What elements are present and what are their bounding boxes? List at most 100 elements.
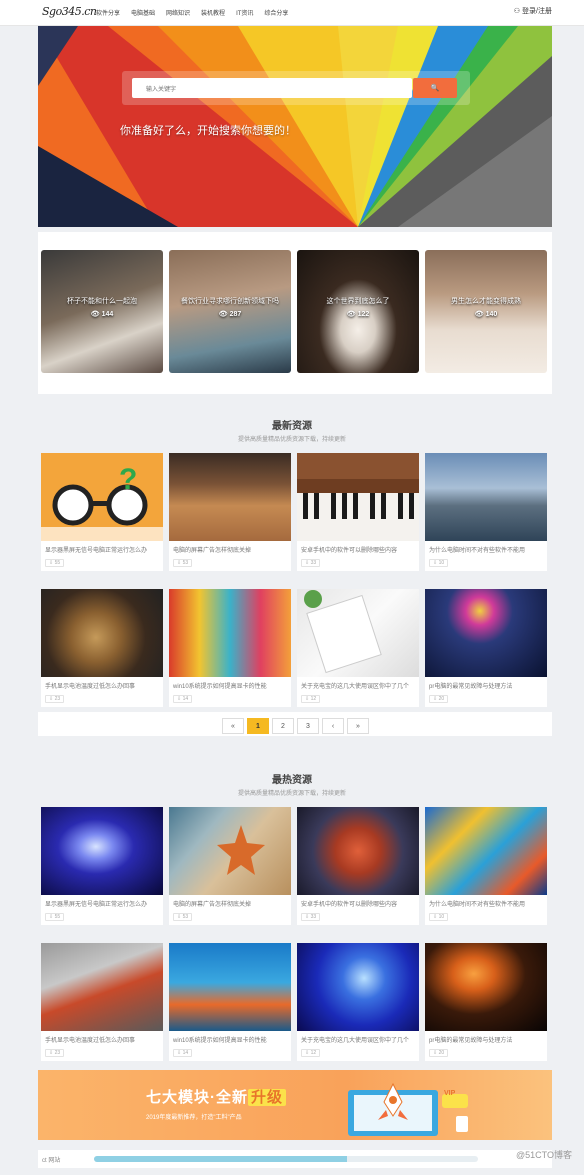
- footer-progress: ct 网站: [38, 1150, 552, 1168]
- promo-highlight: 升级: [248, 1089, 287, 1106]
- resource-thumbnail: [297, 807, 419, 895]
- resource-title: 手机显示电池温度过低怎么办回事: [45, 684, 136, 690]
- resource-title: 显示器黑屏无信号电脑正常运行怎么办: [45, 902, 148, 908]
- resource-card[interactable]: 关于充电宝的这几大使用误区你中了几个 ⇩ 12: [297, 589, 419, 707]
- resource-thumbnail: [169, 453, 291, 541]
- download-count: ⇩ 20: [429, 695, 449, 703]
- hero-slogan: 你准备好了么，开始搜索你想要的！: [120, 125, 296, 137]
- download-count: ⇩ 53: [173, 913, 193, 921]
- resource-title: 电脑的屏幕广告怎样彻底关掉: [173, 902, 252, 908]
- resource-title: 为什么电脑时间不对有些软件不能用: [429, 548, 526, 554]
- resource-card[interactable]: ? 显示器黑屏无信号电脑正常运行怎么办 ⇩ 55: [41, 453, 163, 571]
- download-count: ⇩ 23: [45, 695, 65, 703]
- eye-icon: 👁: [346, 311, 358, 318]
- resource-title: pr电脑的最常见故障与处理方法: [429, 684, 513, 690]
- download-count: ⇩ 33: [301, 913, 321, 921]
- hot-title: 最热资源: [272, 775, 312, 786]
- nav-item-it-news[interactable]: IT资讯: [236, 8, 253, 17]
- resource-card[interactable]: 显示器黑屏无信号电脑正常运行怎么办 ⇩ 55: [41, 807, 163, 925]
- featured-card[interactable]: 男生怎么才能变得成熟 👁 140: [425, 250, 547, 373]
- featured-card-title: 餐饮行业寻求哪行创新领域下吗: [181, 298, 279, 305]
- resource-card[interactable]: 手机显示电池温度过低怎么办回事 ⇩ 23: [41, 943, 163, 1061]
- download-count: ⇩ 55: [45, 913, 65, 921]
- top-navbar: Sgo345.cn 软件分享 电脑基础 网络知识 装机教程 IT资讯 综合分享 …: [0, 0, 584, 26]
- resource-thumbnail: [425, 589, 547, 677]
- login-label: 登录/注册: [522, 8, 552, 15]
- resource-thumbnail: [297, 589, 419, 677]
- download-count: ⇩ 33: [301, 559, 321, 567]
- featured-card-views: 👁 122: [346, 311, 370, 318]
- promo-subtitle: 2019年度最新推荐，打造"工料"产品: [146, 1115, 242, 1121]
- resource-title: pr电脑的最常见故障与处理方法: [429, 1038, 513, 1044]
- resource-title: 安卓手机中的软件可以删除哪些内容: [301, 902, 398, 908]
- search-input[interactable]: [132, 80, 412, 100]
- eye-icon: 👁: [474, 311, 486, 318]
- download-count: ⇩ 53: [173, 559, 193, 567]
- nav-item-software[interactable]: 软件分享: [96, 8, 120, 17]
- resource-thumbnail: [41, 943, 163, 1031]
- resource-card[interactable]: 为什么电脑时间不对有些软件不能用 ⇩ 10: [425, 453, 547, 571]
- featured-card[interactable]: 餐饮行业寻求哪行创新领域下吗 👁 287: [169, 250, 291, 373]
- resource-card[interactable]: 电脑的屏幕广告怎样彻底关掉 ⇩ 53: [169, 807, 291, 925]
- featured-card-title: 男生怎么才能变得成熟: [451, 298, 521, 305]
- nav-item-network[interactable]: 网络知识: [166, 8, 190, 17]
- featured-card-views: 👁 140: [474, 311, 498, 318]
- download-count: ⇩ 12: [301, 1049, 321, 1057]
- search-box: [132, 78, 412, 100]
- featured-card[interactable]: 这个世界到底怎么了 👁 122: [297, 250, 419, 373]
- promo-banner[interactable]: 七大模块·全新 升级 2019年度最新推荐，打造"工料"产品 VIP: [38, 1070, 552, 1140]
- pager-page-1[interactable]: 1: [247, 718, 269, 734]
- progress-track: [94, 1156, 478, 1162]
- featured-card[interactable]: 杯子不能和什么一起泡 👁 144: [41, 250, 163, 373]
- resource-card[interactable]: pr电脑的最常见故障与处理方法 ⇩ 20: [425, 589, 547, 707]
- rocket-laptop-illustration: [348, 1082, 468, 1136]
- pager-last[interactable]: »: [347, 718, 369, 734]
- pager-page-2[interactable]: 2: [272, 718, 294, 734]
- pagination: « 1 2 3 ‹ »: [222, 718, 369, 734]
- resource-title: win10系统提示如何提高显卡的性能: [173, 684, 267, 690]
- svg-text:?: ?: [119, 463, 137, 496]
- resource-thumbnail: [169, 589, 291, 677]
- eye-icon: 👁: [90, 311, 102, 318]
- pager-first[interactable]: «: [222, 718, 244, 734]
- nav-item-pc-basics[interactable]: 电脑基础: [131, 8, 155, 17]
- login-link[interactable]: ⚇ 登录/注册: [514, 6, 552, 16]
- resource-card[interactable]: pr电脑的最常见故障与处理方法 ⇩ 20: [425, 943, 547, 1061]
- download-count: ⇩ 23: [45, 1049, 65, 1057]
- resource-thumbnail: [425, 807, 547, 895]
- resource-thumbnail: ?: [41, 453, 163, 541]
- resource-thumbnail: [297, 453, 419, 541]
- resource-card[interactable]: 手机显示电池温度过低怎么办回事 ⇩ 23: [41, 589, 163, 707]
- resource-title: 手机显示电池温度过低怎么办回事: [45, 1038, 136, 1044]
- featured-card-title: 杯子不能和什么一起泡: [67, 298, 137, 305]
- download-count: ⇩ 12: [301, 695, 321, 703]
- resource-card[interactable]: 为什么电脑时间不对有些软件不能用 ⇩ 10: [425, 807, 547, 925]
- watermark: @51CTO博客: [516, 1150, 572, 1160]
- download-count: ⇩ 10: [429, 913, 449, 921]
- resource-card[interactable]: 安卓手机中的软件可以删除哪些内容 ⇩ 33: [297, 807, 419, 925]
- download-count: ⇩ 14: [173, 1049, 193, 1057]
- featured-card-views: 👁 287: [218, 311, 242, 318]
- download-count: ⇩ 55: [45, 559, 65, 567]
- resource-card[interactable]: win10系统提示如何提高显卡的性能 ⇩ 14: [169, 943, 291, 1061]
- resource-thumbnail: [169, 807, 291, 895]
- resource-card[interactable]: 电脑的屏幕广告怎样彻底关掉 ⇩ 53: [169, 453, 291, 571]
- pager-prev[interactable]: ‹: [322, 718, 344, 734]
- featured-card-views: 👁 144: [90, 311, 114, 318]
- search-button[interactable]: 🔍: [413, 78, 457, 98]
- resource-title: win10系统提示如何提高显卡的性能: [173, 1038, 267, 1044]
- hero-banner: 🔍 你准备好了么，开始搜索你想要的！: [38, 26, 552, 227]
- nav-item-misc[interactable]: 综合分享: [264, 8, 288, 17]
- pager-page-3[interactable]: 3: [297, 718, 319, 734]
- vip-badge: VIP: [444, 1090, 456, 1097]
- resource-card[interactable]: 安卓手机中的软件可以删除哪些内容 ⇩ 33: [297, 453, 419, 571]
- resource-card[interactable]: win10系统提示如何提高显卡的性能 ⇩ 14: [169, 589, 291, 707]
- site-logo[interactable]: Sgo345.cn: [42, 5, 97, 18]
- latest-subtitle: 提供高质量精品优质资源下载，持续更新: [237, 437, 346, 443]
- resource-card[interactable]: 关于充电宝的这几大使用误区你中了几个 ⇩ 12: [297, 943, 419, 1061]
- download-count: ⇩ 10: [429, 559, 449, 567]
- resource-title: 为什么电脑时间不对有些软件不能用: [429, 902, 526, 908]
- nav-item-install[interactable]: 装机教程: [201, 8, 225, 17]
- download-count: ⇩ 14: [173, 695, 193, 703]
- resource-title: 显示器黑屏无信号电脑正常运行怎么办: [45, 548, 148, 554]
